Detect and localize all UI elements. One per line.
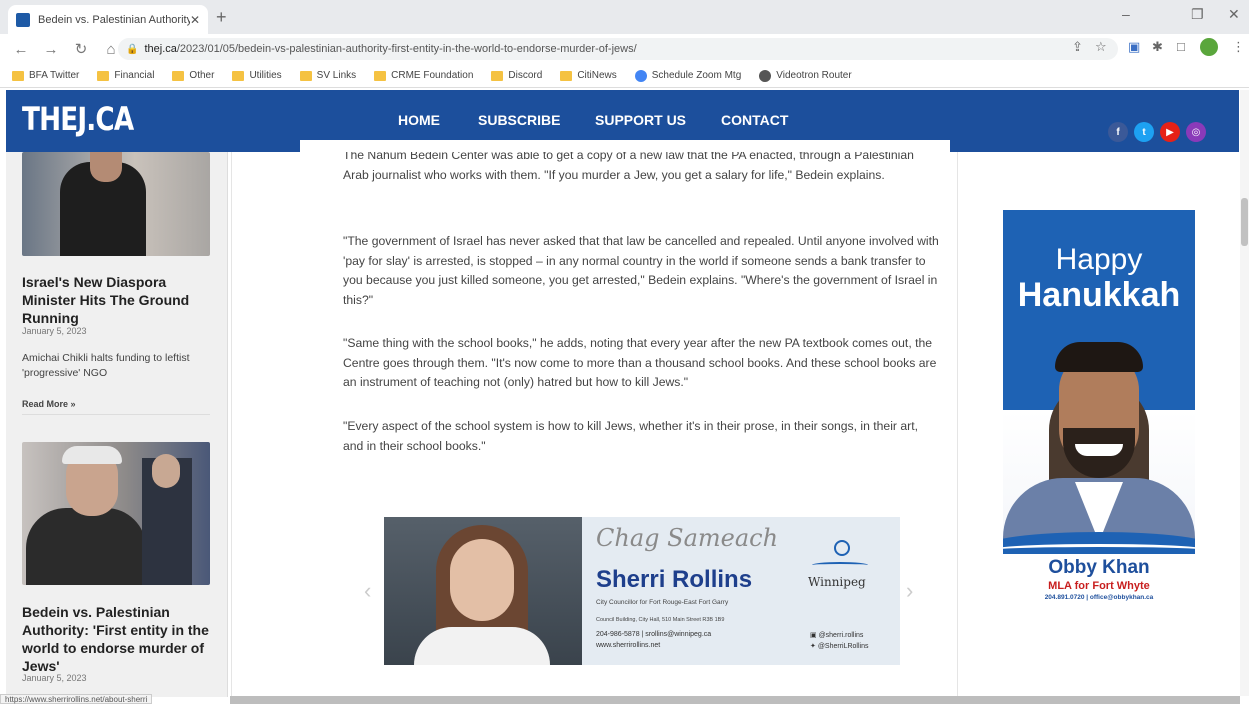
- winnipeg-logo-text: Winnipeg: [808, 575, 866, 589]
- facebook-icon[interactable]: f: [1108, 122, 1128, 142]
- folder-icon: [232, 70, 245, 81]
- bookmark-item[interactable]: BFA Twitter: [12, 70, 79, 81]
- bookmark-item[interactable]: Schedule Zoom Mtg: [634, 69, 741, 82]
- bookmark-item[interactable]: Videotron Router: [759, 69, 852, 82]
- folder-icon: [12, 70, 24, 81]
- banner-greeting: Chag Sameach: [596, 524, 779, 552]
- banner-address: Council Building, City Hall, 510 Main St…: [596, 617, 725, 623]
- bookmark-item[interactable]: SV Links: [299, 70, 356, 81]
- article-date: January 5, 2023: [22, 673, 87, 683]
- instagram-icon[interactable]: ◎: [1186, 122, 1206, 142]
- bookmark-item[interactable]: CRME Foundation: [374, 70, 473, 81]
- banner-twitter: ✦ @SherriLRollins: [810, 643, 869, 650]
- banner-role: City Councillor for Fort Rouge-East Fort…: [596, 599, 729, 606]
- vertical-scrollbar[interactable]: [1240, 90, 1249, 696]
- browser-tab[interactable]: Bedein vs. Palestinian Authority ✕: [8, 5, 208, 34]
- side-ad-greeting-1: Happy: [1055, 243, 1143, 276]
- tab-title: Bedein vs. Palestinian Authority: [38, 13, 190, 26]
- carousel-prev-icon[interactable]: ‹: [364, 578, 371, 604]
- header-overlap-mask: [300, 140, 950, 152]
- site-logo[interactable]: THEJ.CA: [22, 100, 134, 138]
- winnipeg-logo-icon: [834, 540, 850, 556]
- extension-icon[interactable]: ▣: [1128, 39, 1140, 55]
- bookmark-star-icon[interactable]: ☆: [1095, 39, 1107, 55]
- globe-icon: [634, 69, 647, 82]
- article-title[interactable]: Israel's New Diaspora Minister Hits The …: [22, 273, 212, 327]
- banner-ad-photo: [384, 517, 582, 665]
- folder-icon: [374, 70, 387, 81]
- bookmarks-bar: BFA Twitter Financial Other Utilities SV…: [0, 64, 1249, 88]
- address-bar[interactable]: 🔒 thej.ca /2023/01/05/bedein-vs-palestin…: [118, 38, 1118, 60]
- bookmark-item[interactable]: Discord: [491, 70, 542, 81]
- banner-facebook: ▣ @sherri.rollins: [810, 632, 864, 639]
- folder-icon: [97, 70, 110, 81]
- puzzle-icon[interactable]: ✱: [1152, 39, 1163, 55]
- winnipeg-swoosh: [812, 562, 868, 568]
- banner-website: www.sherrirollins.net: [596, 642, 661, 649]
- article-thumbnail[interactable]: [22, 152, 210, 256]
- side-ad-contact: 204.891.0720 | office@obbykhan.ca: [1044, 594, 1154, 601]
- side-ad-greeting-2: Hanukkah: [1017, 276, 1181, 314]
- article-date: January 5, 2023: [22, 326, 87, 336]
- article-thumbnail[interactable]: [22, 442, 210, 585]
- bookmark-item[interactable]: Financial: [97, 70, 154, 81]
- divider: [22, 414, 210, 415]
- nav-contact[interactable]: CONTACT: [721, 112, 788, 128]
- tab-close-icon[interactable]: ✕: [190, 13, 200, 27]
- twitter-icon[interactable]: t: [1134, 122, 1154, 142]
- folder-icon: [172, 70, 185, 81]
- forward-icon[interactable]: →: [42, 41, 60, 58]
- article-excerpt: Amichai Chikli halts funding to leftist …: [22, 352, 190, 379]
- nav-support-us[interactable]: SUPPORT US: [595, 112, 686, 128]
- maximize-icon[interactable]: ❐: [1191, 6, 1204, 23]
- carousel-next-icon[interactable]: ›: [906, 578, 913, 604]
- side-ad-name: Obby Khan: [1048, 557, 1150, 578]
- lock-icon: 🔒: [126, 43, 139, 55]
- site-favicon-icon: [16, 12, 30, 27]
- read-more-link[interactable]: Read More »: [22, 399, 76, 409]
- status-bar-url: https://www.sherrirollins.net/about-sher…: [0, 694, 153, 704]
- profile-avatar[interactable]: [1200, 38, 1218, 56]
- folder-icon: [560, 70, 573, 81]
- nav-subscribe[interactable]: SUBSCRIBE: [478, 112, 560, 128]
- minimize-icon[interactable]: –: [1122, 6, 1130, 22]
- youtube-icon[interactable]: ▶: [1160, 122, 1180, 142]
- banner-name: Sherri Rollins: [596, 566, 753, 593]
- close-window-icon[interactable]: ✕: [1228, 6, 1240, 23]
- side-ad-role: MLA for Fort Whyte: [1048, 580, 1150, 592]
- back-icon[interactable]: ←: [12, 41, 30, 58]
- new-tab-icon[interactable]: +: [216, 7, 227, 28]
- scrollbar-thumb[interactable]: [1241, 198, 1248, 246]
- browser-toolbar: ← → ↻ ⌂ 🔒 thej.ca /2023/01/05/bedein-vs-…: [0, 34, 1249, 64]
- folder-icon: [299, 70, 312, 81]
- menu-icon[interactable]: ⋮: [1232, 39, 1245, 55]
- url-path: /2023/01/05/bedein-vs-palestinian-author…: [176, 43, 637, 55]
- globe-icon: [759, 69, 772, 82]
- share-icon[interactable]: ⇪: [1072, 39, 1083, 55]
- nav-home[interactable]: HOME: [398, 112, 440, 128]
- banner-contact: 204-986-5878 | srollins@winnipeg.ca: [596, 631, 712, 638]
- article-paragraph: "Same thing with the school books," he a…: [343, 336, 937, 389]
- bookmark-item[interactable]: CitiNews: [560, 70, 617, 81]
- article-paragraph: "The government of Israel has never aske…: [343, 234, 939, 307]
- horizontal-scrollbar[interactable]: [230, 696, 1240, 704]
- folder-icon: [491, 70, 504, 81]
- url-domain: thej.ca: [144, 43, 177, 55]
- reload-icon[interactable]: ↻: [72, 40, 90, 58]
- divider: [957, 152, 958, 696]
- bookmark-item[interactable]: Utilities: [232, 70, 282, 81]
- divider: [231, 152, 232, 696]
- article-title[interactable]: Bedein vs. Palestinian Authority: 'First…: [22, 603, 214, 675]
- sidepanel-icon[interactable]: □: [1177, 39, 1185, 54]
- bookmark-item[interactable]: Other: [172, 70, 214, 81]
- article-paragraph: "Every aspect of the school system is ho…: [343, 419, 918, 453]
